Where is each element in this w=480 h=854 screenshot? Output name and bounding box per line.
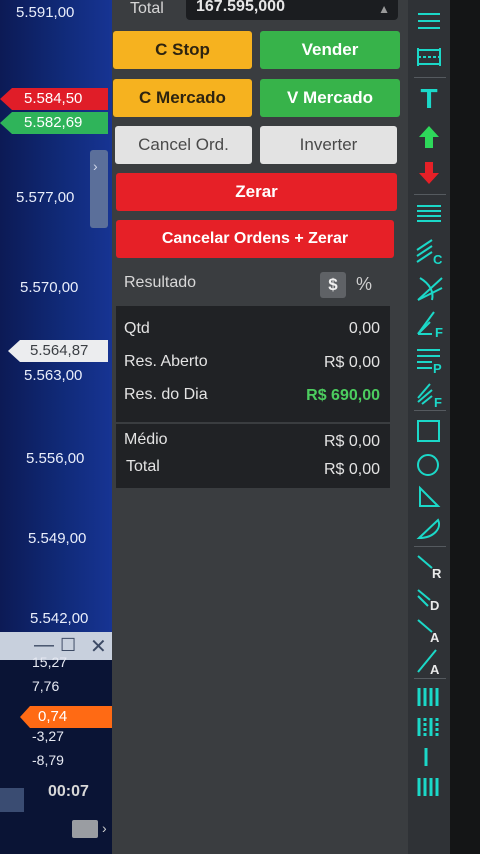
fan-icon[interactable] bbox=[416, 274, 443, 301]
text-icon[interactable]: T bbox=[416, 85, 442, 113]
chevron-right-icon[interactable]: › bbox=[102, 820, 107, 836]
fibonacci-label: F bbox=[435, 325, 443, 338]
result-table: Qtd 0,00 Res. Aberto R$ 0,00 Res. do Dia… bbox=[116, 306, 390, 488]
drawing-toolbar: T C F P F R D A A bbox=[408, 0, 450, 854]
double-ray-label: D bbox=[430, 598, 439, 613]
average-value: R$ 0,00 bbox=[323, 433, 380, 450]
cancel-order-button[interactable]: Cancel Ord. bbox=[115, 126, 252, 164]
histogram-icon[interactable] bbox=[416, 774, 442, 800]
indicator-current-tag: 0,74 bbox=[20, 706, 112, 728]
multi-line-icon[interactable] bbox=[416, 201, 442, 227]
day-result-value: R$ 690,00 bbox=[306, 387, 380, 404]
qtd-label: Qtd bbox=[124, 320, 150, 337]
price-label: 5.549,00 bbox=[28, 530, 87, 547]
total-input[interactable]: 167.595,000 ▲ bbox=[186, 0, 398, 20]
channel-label: C bbox=[433, 252, 443, 266]
screen-edge bbox=[450, 0, 480, 854]
trend-label: A bbox=[430, 662, 440, 676]
angle-label: A bbox=[430, 630, 440, 645]
average-label: Médio bbox=[124, 431, 168, 448]
price-label: 5.542,00 bbox=[30, 610, 89, 627]
c-mercado-button[interactable]: C Mercado bbox=[113, 79, 252, 117]
double-ray-icon[interactable]: D bbox=[416, 586, 442, 613]
subwindow-scroll[interactable] bbox=[0, 788, 24, 812]
toolbar-divider bbox=[414, 410, 446, 411]
triangle-icon[interactable] bbox=[416, 484, 442, 510]
maximize-button[interactable]: ☐ bbox=[60, 635, 76, 656]
fibonacci-fan-icon[interactable]: F bbox=[416, 380, 442, 408]
inverter-button[interactable]: Inverter bbox=[260, 126, 397, 164]
day-result-label: Res. do Dia bbox=[124, 386, 208, 403]
last-price-tag: 5.564,87 bbox=[8, 340, 108, 362]
toolbar-divider bbox=[414, 77, 446, 78]
toolbar-divider bbox=[414, 194, 446, 195]
close-button[interactable]: ✕ bbox=[90, 634, 107, 659]
candle-timer: 00:07 bbox=[48, 783, 89, 800]
percent-toggle[interactable]: % bbox=[356, 274, 372, 295]
toolbar-divider bbox=[414, 546, 446, 547]
channel-icon[interactable]: C bbox=[416, 238, 443, 266]
axis-scroll-handle[interactable]: › bbox=[90, 150, 108, 228]
indicator-value: 15,27 bbox=[32, 654, 68, 670]
angle-line-icon[interactable]: A bbox=[416, 618, 442, 645]
indicator-value: -8,79 bbox=[32, 752, 64, 768]
open-result-label: Res. Aberto bbox=[124, 353, 208, 370]
circle-icon[interactable] bbox=[416, 452, 442, 478]
v-mercado-button[interactable]: V Mercado bbox=[260, 79, 400, 117]
currency-toggle[interactable]: $ bbox=[320, 272, 346, 298]
c-stop-button[interactable]: C Stop bbox=[113, 31, 252, 69]
fibonacci-projection-icon[interactable]: P bbox=[416, 346, 442, 374]
horizontal-lines-icon[interactable] bbox=[416, 8, 442, 34]
arc-icon[interactable] bbox=[416, 516, 442, 542]
bars-icon[interactable] bbox=[416, 684, 442, 710]
qtd-value: 0,00 bbox=[348, 320, 380, 337]
pager-handle[interactable] bbox=[72, 820, 98, 838]
total-value: 167.595,000 bbox=[196, 0, 285, 15]
chevron-right-icon: › bbox=[93, 158, 98, 174]
fibonacci-icon[interactable]: F bbox=[416, 310, 443, 338]
indicator-subwindow: — ☐ ✕ 15,27 7,76 -3,27 -8,79 bbox=[0, 632, 116, 854]
open-result-value: R$ 0,00 bbox=[323, 354, 380, 371]
cancel-orders-zerar-button[interactable]: Cancelar Ordens + Zerar bbox=[116, 220, 394, 258]
divider bbox=[116, 422, 390, 424]
indicator-value: -3,27 bbox=[32, 728, 64, 744]
dropdown-arrow-icon: ▲ bbox=[378, 2, 390, 16]
total-label: Total bbox=[130, 0, 164, 17]
vender-button[interactable]: Vender bbox=[260, 31, 400, 69]
sell-price-tag: 5.584,50 bbox=[0, 88, 108, 110]
price-label: 5.563,00 bbox=[24, 367, 83, 384]
ray-icon[interactable]: R bbox=[416, 554, 442, 581]
single-bar-icon[interactable] bbox=[416, 744, 442, 770]
dash-bars-icon[interactable] bbox=[416, 714, 442, 740]
rectangle-icon[interactable] bbox=[416, 418, 442, 444]
ray-label: R bbox=[432, 566, 442, 581]
arrow-down-icon[interactable] bbox=[416, 160, 442, 186]
price-label: 5.570,00 bbox=[20, 279, 79, 296]
trend-line-icon[interactable]: A bbox=[416, 648, 442, 676]
price-label: 5.556,00 bbox=[26, 450, 85, 467]
result-header: Resultado bbox=[124, 274, 197, 291]
total-result-value: R$ 0,00 bbox=[323, 461, 380, 478]
projection-label: P bbox=[433, 361, 442, 374]
arrow-up-icon[interactable] bbox=[416, 124, 442, 150]
total-result-label: Total bbox=[126, 458, 160, 475]
price-label: 5.577,00 bbox=[16, 189, 75, 206]
toolbar-divider bbox=[414, 678, 446, 679]
zerar-button[interactable]: Zerar bbox=[116, 173, 397, 211]
indicator-value: 7,76 bbox=[32, 678, 60, 694]
buy-price-tag: 5.582,69 bbox=[0, 112, 108, 134]
fib-fan-label: F bbox=[434, 395, 442, 408]
horizontal-range-icon[interactable] bbox=[416, 44, 442, 70]
price-label: 5.591,00 bbox=[16, 4, 75, 21]
